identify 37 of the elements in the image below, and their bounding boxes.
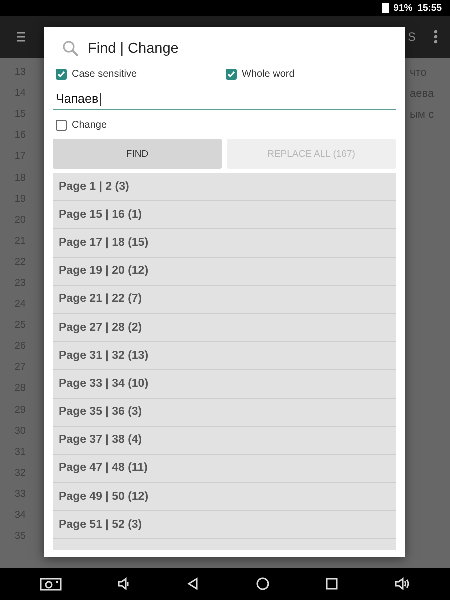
checkbox[interactable] (56, 120, 67, 130)
checkbox-label: Case sensitive (72, 68, 138, 80)
dialog-title: Find | Change (88, 41, 179, 57)
recents-icon[interactable] (324, 577, 339, 591)
battery-level: 91% (394, 2, 413, 14)
check-icon (227, 70, 236, 78)
result-item[interactable]: Page 31 | 32 (13) (53, 342, 396, 370)
checkbox-label: Whole word (242, 68, 295, 80)
result-item[interactable]: Page 27 | 28 (2) (53, 314, 396, 342)
result-item[interactable]: Page 37 | 38 (4) (53, 426, 396, 455)
result-item[interactable]: Page 47 | 48 (11) (53, 454, 396, 484)
checkbox[interactable] (56, 68, 67, 80)
result-item[interactable]: Page 35 | 36 (3) (53, 398, 396, 427)
more-icon[interactable] (434, 30, 438, 44)
result-item[interactable]: Page 33 | 34 (10) (53, 370, 396, 398)
find-button[interactable]: FIND (53, 139, 222, 169)
checkbox[interactable] (226, 68, 237, 80)
result-item[interactable]: Page 19 | 20 (12) (53, 258, 396, 286)
result-item[interactable]: Page 1 | 2 (3) (53, 173, 396, 202)
toolbar-action[interactable]: S (408, 30, 416, 44)
checkbox-label: Change (72, 120, 108, 130)
menu-icon[interactable] (17, 32, 25, 42)
clock: 15:55 (418, 2, 442, 14)
check-icon (57, 70, 66, 78)
screenshot-icon[interactable] (40, 577, 62, 591)
result-item[interactable]: Page 49 | 50 (12) (53, 483, 396, 512)
volume-up-icon[interactable] (394, 577, 410, 591)
result-item[interactable]: Page 51 | 52 (3) (53, 511, 396, 540)
search-icon (62, 40, 80, 58)
battery-icon (382, 3, 389, 13)
volume-down-icon[interactable] (116, 577, 131, 591)
result-item[interactable]: Page 15 | 16 (1) (53, 201, 396, 230)
home-icon[interactable] (256, 577, 270, 591)
result-item[interactable]: Page 17 | 18 (15) (53, 229, 396, 258)
result-item[interactable]: Page 21 | 22 (7) (53, 286, 396, 314)
search-field[interactable]: Чапаев (53, 89, 396, 110)
back-icon[interactable] (186, 577, 200, 591)
